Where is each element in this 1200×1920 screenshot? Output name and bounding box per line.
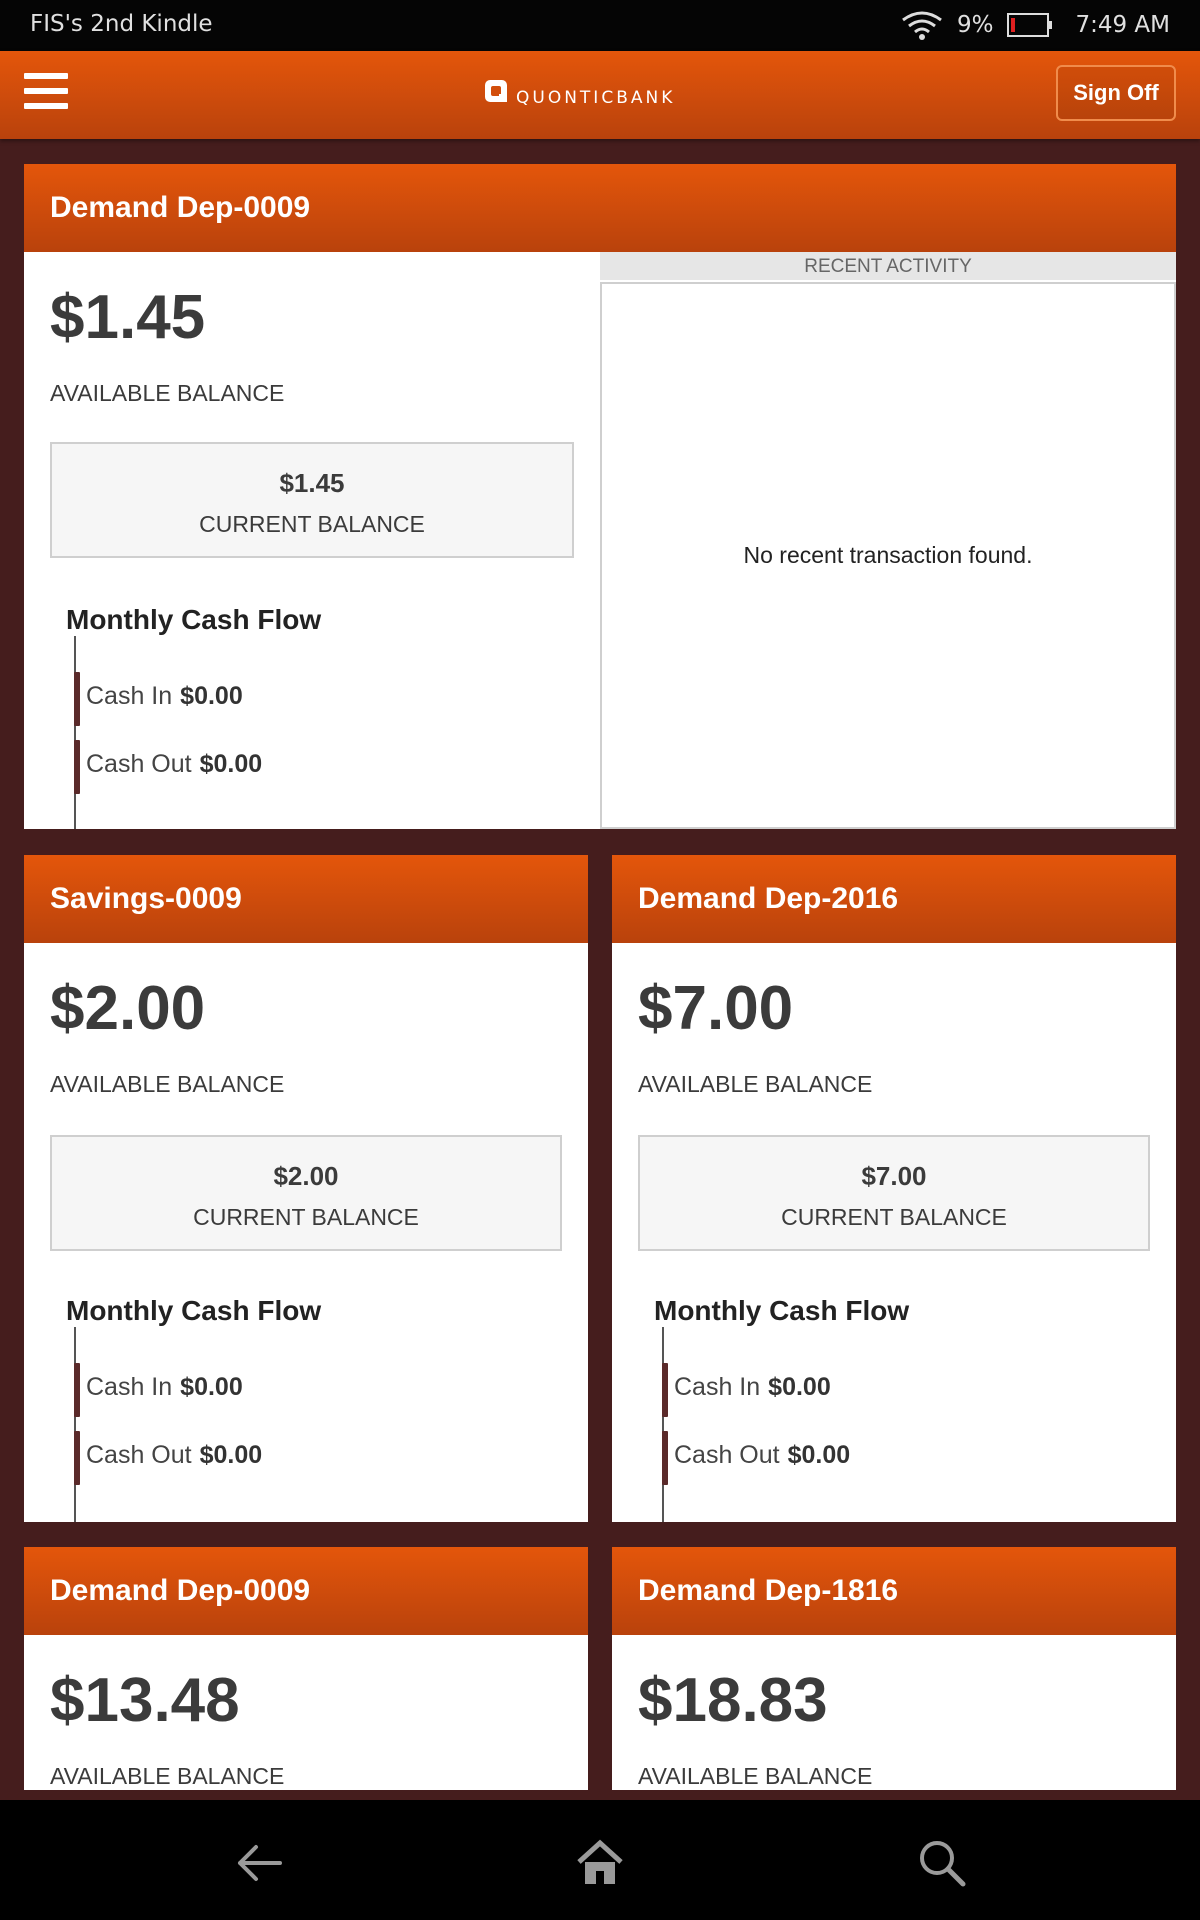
- menu-icon[interactable]: [24, 73, 68, 113]
- current-balance-value: $2.00: [273, 1161, 339, 1191]
- cash-in-bar: [74, 1363, 80, 1417]
- account-card[interactable]: Savings-0009 $2.00 AVAILABLE BALANCE $2.…: [24, 855, 588, 1522]
- monthly-cash-flow-title: Monthly Cash Flow: [66, 604, 322, 635]
- current-balance-label: CURRENT BALANCE: [781, 1204, 1007, 1230]
- back-arrow-icon[interactable]: [234, 1838, 284, 1888]
- cash-out-row: Cash Out $0.00: [86, 750, 263, 778]
- battery-percent: 9%: [956, 12, 994, 38]
- logo-mark-icon: [485, 80, 507, 102]
- account-name: Savings-0009: [24, 855, 588, 943]
- bank-logo: QUONTICBANK: [484, 79, 676, 108]
- cash-out-row: Cash Out $0.00: [674, 1441, 851, 1469]
- available-balance-label: AVAILABLE BALANCE: [638, 1763, 873, 1789]
- home-icon[interactable]: [575, 1838, 625, 1888]
- available-balance-label: AVAILABLE BALANCE: [50, 1071, 285, 1097]
- cash-flow-axis: [662, 1327, 664, 1522]
- available-balance-value: $13.48: [50, 1666, 240, 1735]
- cash-in-bar: [662, 1363, 668, 1417]
- app-header: QUONTICBANK Sign Off: [0, 51, 1200, 139]
- battery-icon: [1007, 13, 1053, 37]
- recent-activity-header: RECENT ACTIVITY: [600, 252, 1176, 280]
- available-balance-value: $1.45: [50, 283, 206, 352]
- monthly-cash-flow-title: Monthly Cash Flow: [66, 1295, 322, 1326]
- system-nav-bar: [0, 1800, 1200, 1920]
- brand-name: QUONTICBANK: [516, 88, 676, 108]
- cash-in-bar: [74, 672, 80, 726]
- available-balance-value: $7.00: [638, 974, 794, 1043]
- account-card[interactable]: Demand Dep-1816 $18.83 AVAILABLE BALANCE: [612, 1547, 1176, 1790]
- available-balance-value: $2.00: [50, 974, 206, 1043]
- recent-activity-empty: No recent transaction found.: [600, 282, 1176, 829]
- account-card[interactable]: Demand Dep-0009 $13.48 AVAILABLE BALANCE: [24, 1547, 588, 1790]
- cash-in-row: Cash In $0.00: [86, 1373, 243, 1401]
- available-balance-label: AVAILABLE BALANCE: [50, 1763, 285, 1789]
- current-balance-box: $1.45 CURRENT BALANCE: [50, 442, 574, 558]
- account-card[interactable]: Demand Dep-2016 $7.00 AVAILABLE BALANCE …: [612, 855, 1176, 1522]
- monthly-cash-flow-title: Monthly Cash Flow: [654, 1295, 910, 1326]
- cash-out-row: Cash Out $0.00: [86, 1441, 263, 1469]
- cash-in-row: Cash In $0.00: [674, 1373, 831, 1401]
- available-balance-label: AVAILABLE BALANCE: [50, 380, 285, 406]
- clock: 7:49 AM: [1075, 12, 1170, 38]
- current-balance-box: $7.00 CURRENT BALANCE: [638, 1135, 1150, 1251]
- device-name: FIS's 2nd Kindle: [30, 11, 213, 37]
- current-balance-value: $1.45: [279, 468, 345, 498]
- current-balance-box: $2.00 CURRENT BALANCE: [50, 1135, 562, 1251]
- sign-off-button[interactable]: Sign Off: [1056, 65, 1176, 121]
- wifi-icon: [902, 11, 942, 40]
- account-name: Demand Dep-2016: [612, 855, 1176, 943]
- recent-activity-panel: RECENT ACTIVITY No recent transaction fo…: [600, 252, 1176, 829]
- cash-out-bar: [662, 1431, 668, 1485]
- account-name: Demand Dep-1816: [612, 1547, 1176, 1635]
- cash-out-bar: [74, 740, 80, 794]
- available-balance-value: $18.83: [638, 1666, 828, 1735]
- current-balance-label: CURRENT BALANCE: [199, 511, 425, 537]
- cash-in-row: Cash In $0.00: [86, 682, 243, 710]
- search-icon[interactable]: [917, 1838, 967, 1888]
- cash-flow-axis: [74, 636, 76, 829]
- current-balance-value: $7.00: [861, 1161, 927, 1191]
- cash-out-bar: [74, 1431, 80, 1485]
- status-bar: FIS's 2nd Kindle 9% 7:49 AM: [0, 0, 1200, 51]
- available-balance-label: AVAILABLE BALANCE: [638, 1071, 873, 1097]
- current-balance-label: CURRENT BALANCE: [193, 1204, 419, 1230]
- account-name: Demand Dep-0009: [24, 164, 1176, 252]
- cash-flow-axis: [74, 1327, 76, 1522]
- account-name: Demand Dep-0009: [24, 1547, 588, 1635]
